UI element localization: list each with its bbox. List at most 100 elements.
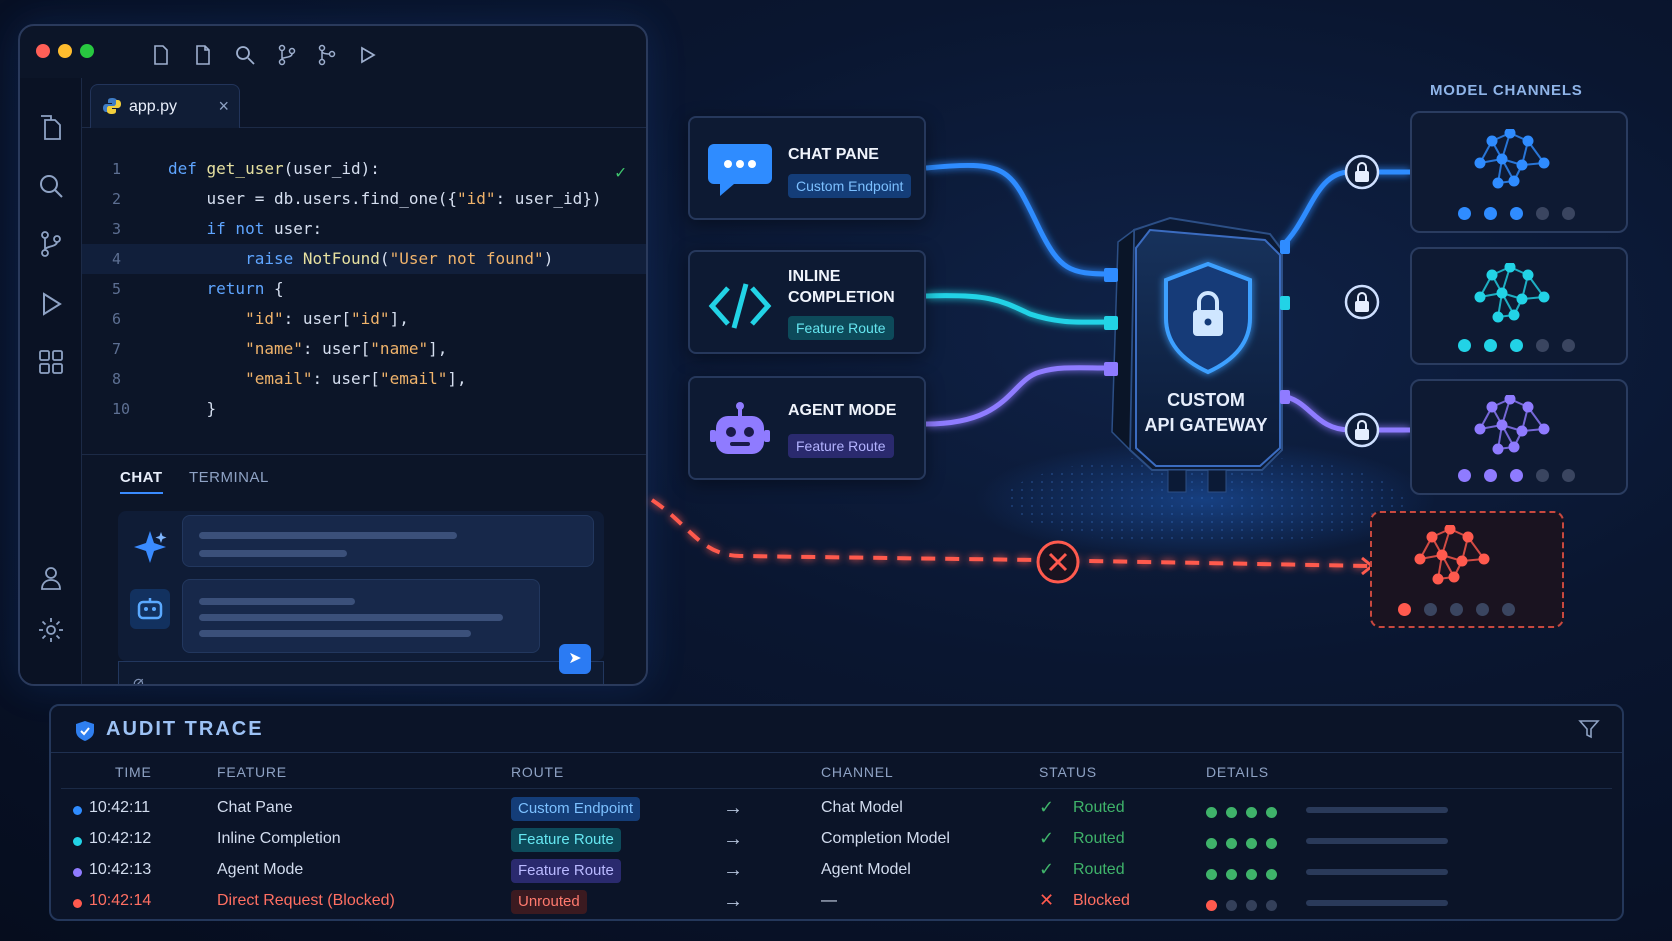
- chat-input[interactable]: ⌀ ➤: [118, 644, 604, 684]
- tab-chat[interactable]: CHAT: [120, 469, 163, 494]
- account-icon[interactable]: [37, 564, 65, 592]
- file-icon[interactable]: [192, 44, 214, 66]
- status-dot: [1562, 469, 1575, 482]
- network-icon: [1474, 395, 1550, 455]
- status-dot: [1536, 207, 1549, 220]
- channel-card-agent[interactable]: [1410, 379, 1628, 495]
- network-node: [1492, 311, 1504, 323]
- lock-icon: [1344, 412, 1380, 448]
- explorer-icon[interactable]: [37, 114, 65, 142]
- row-route-badge: Feature Route: [511, 859, 621, 883]
- gear-icon[interactable]: [37, 616, 65, 644]
- activity-bar: [20, 78, 82, 684]
- detail-dot: [1246, 869, 1257, 880]
- detail-dot: [1226, 869, 1237, 880]
- completion-route-line: [925, 293, 1111, 325]
- code-line[interactable]: 3 if not user:: [82, 214, 646, 244]
- detail-dot: [1266, 807, 1277, 818]
- status-dot: [1510, 339, 1523, 352]
- feature-card-agent-mode[interactable]: AGENT MODE Feature Route: [688, 376, 926, 480]
- check-icon: ✓: [1039, 797, 1055, 817]
- audit-row[interactable]: 10:42:14 Direct Request (Blocked) Unrouted…: [51, 887, 1622, 917]
- code-text: "email": user["email"],: [245, 369, 467, 388]
- code-line[interactable]: 10 }: [82, 394, 646, 424]
- network-icon: [1414, 525, 1490, 585]
- audit-row[interactable]: 10:42:13 Agent Mode Feature Route → Agent Mo…: [51, 856, 1622, 886]
- row-detail-dots: [1206, 898, 1286, 916]
- code-line[interactable]: 4 raise NotFound("User not found"): [82, 244, 646, 274]
- attach-icon[interactable]: ⌀: [133, 672, 144, 684]
- detail-dot: [1226, 807, 1237, 818]
- status-dot: [1398, 603, 1411, 616]
- line-number: 4: [112, 250, 122, 268]
- network-node: [1504, 395, 1516, 405]
- run-icon[interactable]: [356, 44, 378, 66]
- detail-dot: [1226, 900, 1237, 911]
- audit-row[interactable]: 10:42:11 Chat Pane Custom Endpoint → Chat Mo…: [51, 794, 1622, 824]
- check-icon: ✓: [1039, 859, 1055, 879]
- gateway-label-line1: CUSTOM: [1167, 390, 1245, 410]
- run-debug-icon[interactable]: [37, 290, 65, 318]
- network-node: [1516, 293, 1528, 305]
- send-button[interactable]: ➤: [559, 644, 591, 674]
- status-dot: [1536, 469, 1549, 482]
- row-channel: Agent Model: [821, 861, 911, 878]
- network-node: [1426, 531, 1438, 543]
- row-feature: Chat Pane: [217, 799, 293, 816]
- code-editor[interactable]: ✓ 1 def get_user(user_id): 2 user = db.use…: [82, 128, 646, 448]
- sparkle-icon: [134, 531, 167, 563]
- maximize-window-button[interactable]: [80, 44, 94, 58]
- channel-card-completion[interactable]: [1410, 247, 1628, 365]
- audit-title: AUDIT TRACE: [106, 718, 264, 740]
- network-node: [1508, 441, 1520, 453]
- row-detail-dots: [1206, 836, 1286, 854]
- network-node: [1538, 291, 1550, 303]
- gateway-label: CUSTOM API GATEWAY: [1136, 388, 1276, 438]
- code-text: raise NotFound("User not found"): [245, 249, 554, 268]
- network-node: [1414, 553, 1426, 565]
- code-line[interactable]: 8 "email": user["email"],: [82, 364, 646, 394]
- feature-card-chat-pane[interactable]: CHAT PANE Custom Endpoint: [688, 116, 926, 220]
- model-channels-title: MODEL CHANNELS: [1430, 82, 1583, 99]
- merge-icon[interactable]: [316, 44, 338, 66]
- agent-channel-line: [1281, 393, 1410, 433]
- branch-icon[interactable]: [276, 44, 298, 66]
- filter-icon[interactable]: [1578, 718, 1600, 740]
- code-line[interactable]: 6 "id": user["id"],: [82, 304, 646, 334]
- column-header-status: STATUS: [1039, 764, 1097, 780]
- search-icon[interactable]: [234, 44, 256, 66]
- bot-icon: [130, 589, 170, 629]
- audit-row[interactable]: 10:42:12 Inline Completion Feature Route → C…: [51, 825, 1622, 855]
- code-line[interactable]: 7 "name": user["name"],: [82, 334, 646, 364]
- source-control-icon[interactable]: [37, 230, 65, 258]
- gateway-label-line2: API GATEWAY: [1144, 415, 1268, 435]
- line-number: 6: [112, 310, 122, 328]
- close-icon[interactable]: ×: [218, 96, 229, 117]
- new-file-icon[interactable]: [150, 44, 172, 66]
- gateway-device: [1104, 216, 1290, 493]
- tab-terminal[interactable]: TERMINAL: [189, 469, 269, 486]
- minimize-window-button[interactable]: [58, 44, 72, 58]
- column-header-details: DETAILS: [1206, 764, 1269, 780]
- row-bullet: [73, 806, 82, 815]
- tab-app-py[interactable]: app.py ×: [90, 84, 240, 128]
- network-node: [1496, 153, 1508, 165]
- status-dot: [1424, 603, 1437, 616]
- agent-route-line: [925, 365, 1111, 427]
- network-node: [1508, 309, 1520, 321]
- extensions-icon[interactable]: [37, 348, 65, 376]
- arrow-right-icon: →: [723, 828, 743, 850]
- channel-card-chat[interactable]: [1410, 111, 1628, 233]
- feature-card-inline-completion[interactable]: INLINE COMPLETION Feature Route: [688, 250, 926, 354]
- code-line[interactable]: 5 return {: [82, 274, 646, 304]
- search-icon[interactable]: [37, 172, 65, 200]
- close-window-button[interactable]: [36, 44, 50, 58]
- code-line[interactable]: 1 def get_user(user_id):: [82, 154, 646, 184]
- network-node: [1504, 129, 1516, 139]
- row-time: 10:42:13: [89, 861, 152, 878]
- blocked-route-line: [650, 498, 1371, 568]
- code-line[interactable]: 2 user = db.users.find_one({"id": user_i…: [82, 184, 646, 214]
- network-node: [1486, 401, 1498, 413]
- network-node: [1516, 425, 1528, 437]
- network-node: [1522, 269, 1534, 281]
